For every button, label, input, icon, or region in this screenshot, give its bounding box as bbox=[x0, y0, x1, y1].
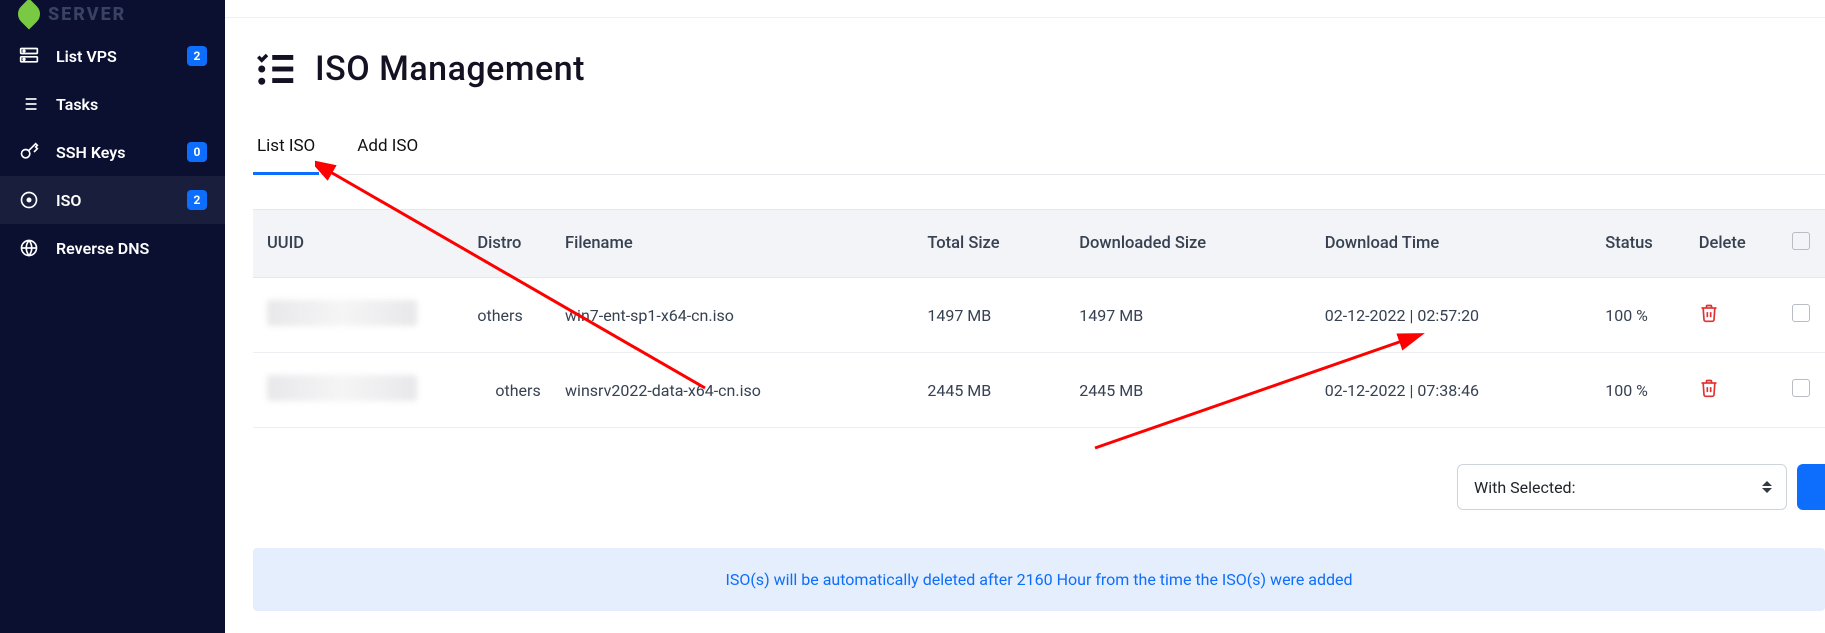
brand-text: SERVER bbox=[48, 4, 126, 25]
sidebar-item-list-vps[interactable]: List VPS 2 bbox=[0, 32, 225, 80]
iso-table-wrap: UUID Distro Filename Total Size Download… bbox=[253, 209, 1825, 428]
cell-delete bbox=[1685, 353, 1779, 428]
table-row: others winsrv2022-data-x64-cn.iso 2445 M… bbox=[253, 353, 1825, 428]
cell-checkbox bbox=[1778, 278, 1825, 353]
cell-status: 100 % bbox=[1591, 353, 1685, 428]
delete-button[interactable] bbox=[1699, 303, 1719, 323]
th-downloaded-size: Downloaded Size bbox=[1065, 210, 1310, 278]
sidebar-item-label: Tasks bbox=[56, 95, 207, 114]
tab-label: Add ISO bbox=[357, 136, 418, 156]
cell-delete bbox=[1685, 278, 1779, 353]
brand: SERVER bbox=[0, 0, 225, 28]
sidebar-item-label: Reverse DNS bbox=[56, 239, 207, 258]
redacted-text bbox=[267, 375, 417, 401]
bulk-action-row: With Selected: bbox=[253, 464, 1825, 510]
sidebar-item-tasks[interactable]: Tasks bbox=[0, 80, 225, 128]
trash-icon bbox=[1699, 303, 1719, 323]
checkbox-icon[interactable] bbox=[1792, 232, 1810, 250]
tab-list-iso[interactable]: List ISO bbox=[253, 136, 319, 175]
sidebar-item-ssh-keys[interactable]: SSH Keys 0 bbox=[0, 128, 225, 176]
th-filename: Filename bbox=[551, 210, 913, 278]
nav-list: List VPS 2 Tasks SSH Keys 0 ISO 2 bbox=[0, 32, 225, 272]
bulk-action-submit[interactable] bbox=[1797, 464, 1825, 510]
cell-download-time: 02-12-2022 | 07:38:46 bbox=[1311, 353, 1592, 428]
info-banner-text: ISO(s) will be automatically deleted aft… bbox=[725, 570, 1352, 589]
tabs: List ISO Add ISO bbox=[253, 136, 1825, 175]
sidebar-item-label: SSH Keys bbox=[56, 143, 187, 162]
key-icon bbox=[18, 142, 40, 162]
cell-checkbox bbox=[1778, 353, 1825, 428]
page-title-row: ISO Management bbox=[253, 48, 1825, 90]
cell-download-time: 02-12-2022 | 02:57:20 bbox=[1311, 278, 1592, 353]
topbar bbox=[225, 0, 1825, 18]
sidebar-item-badge: 0 bbox=[187, 142, 207, 162]
trash-icon bbox=[1699, 378, 1719, 398]
table-row: others win7-ent-sp1-x64-cn.iso 1497 MB 1… bbox=[253, 278, 1825, 353]
tab-label: List ISO bbox=[257, 136, 315, 156]
content: ISO Management List ISO Add ISO UUID Dis… bbox=[225, 18, 1825, 611]
row-checkbox[interactable] bbox=[1792, 304, 1810, 322]
main: ISO Management List ISO Add ISO UUID Dis… bbox=[225, 0, 1825, 633]
th-select-all[interactable] bbox=[1778, 210, 1825, 278]
sidebar-item-label: List VPS bbox=[56, 47, 187, 66]
globe-icon bbox=[18, 238, 40, 258]
th-distro: Distro bbox=[463, 210, 551, 278]
th-total-size: Total Size bbox=[913, 210, 1065, 278]
checklist-icon bbox=[253, 48, 295, 90]
select-caret-icon bbox=[1762, 481, 1772, 493]
cell-filename: win7-ent-sp1-x64-cn.iso bbox=[551, 278, 913, 353]
info-banner: ISO(s) will be automatically deleted aft… bbox=[253, 548, 1825, 611]
sidebar-item-badge: 2 bbox=[187, 46, 207, 66]
sidebar-item-badge: 2 bbox=[187, 190, 207, 210]
server-icon bbox=[18, 46, 40, 66]
row-checkbox[interactable] bbox=[1792, 379, 1810, 397]
cell-downloaded-size: 1497 MB bbox=[1065, 278, 1310, 353]
sidebar-item-label: ISO bbox=[56, 191, 187, 210]
table-header-row: UUID Distro Filename Total Size Download… bbox=[253, 210, 1825, 278]
th-download-time: Download Time bbox=[1311, 210, 1592, 278]
cell-distro: others bbox=[463, 278, 551, 353]
cell-total-size: 1497 MB bbox=[913, 278, 1065, 353]
sidebar-item-iso[interactable]: ISO 2 bbox=[0, 176, 225, 224]
brand-logo-icon bbox=[13, 0, 44, 30]
tasks-icon bbox=[18, 94, 40, 114]
cell-uuid bbox=[253, 278, 463, 353]
cell-downloaded-size: 2445 MB bbox=[1065, 353, 1310, 428]
redacted-text bbox=[267, 300, 417, 326]
iso-table: UUID Distro Filename Total Size Download… bbox=[253, 210, 1825, 428]
th-delete: Delete bbox=[1685, 210, 1779, 278]
cell-total-size: 2445 MB bbox=[913, 353, 1065, 428]
cell-status: 100 % bbox=[1591, 278, 1685, 353]
tab-add-iso[interactable]: Add ISO bbox=[353, 136, 422, 174]
sidebar-item-reverse-dns[interactable]: Reverse DNS bbox=[0, 224, 225, 272]
cell-filename: winsrv2022-data-x64-cn.iso bbox=[551, 353, 913, 428]
cell-distro: others bbox=[463, 353, 551, 428]
th-uuid: UUID bbox=[253, 210, 463, 278]
bulk-action-placeholder: With Selected: bbox=[1474, 478, 1575, 497]
th-status: Status bbox=[1591, 210, 1685, 278]
sidebar: SERVER List VPS 2 Tasks SSH Keys 0 bbox=[0, 0, 225, 633]
bulk-action-select[interactable]: With Selected: bbox=[1457, 464, 1787, 510]
delete-button[interactable] bbox=[1699, 378, 1719, 398]
cell-uuid bbox=[253, 353, 463, 428]
disc-icon bbox=[18, 190, 40, 210]
page-title: ISO Management bbox=[315, 49, 585, 89]
